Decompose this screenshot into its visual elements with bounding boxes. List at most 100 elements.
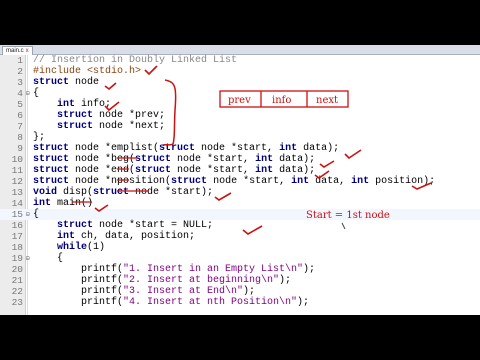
code-token: {: [33, 88, 40, 99]
code-token: printf(: [33, 297, 124, 308]
code-line[interactable]: 18 while(1): [0, 242, 480, 253]
code-text: int ch, data, position;: [33, 231, 195, 242]
code-text: struct node *prev;: [33, 110, 165, 121]
code-token: );: [279, 275, 292, 286]
code-token: while: [57, 242, 88, 253]
tab-close-icon[interactable]: x: [26, 48, 29, 54]
code-line[interactable]: 11 struct node *end(struct node *start, i…: [0, 165, 480, 176]
code-text: struct node *nposition(struct node *star…: [33, 176, 435, 187]
line-number: 5: [17, 99, 23, 110]
code-line[interactable]: 20 printf("1. Insert in an Empty List\n"…: [0, 264, 480, 275]
code-token: "3. Insert at End\n": [123, 286, 244, 297]
code-line[interactable]: 13 void disp(struct node *start);: [0, 187, 480, 198]
code-token: int: [57, 231, 76, 242]
code-text: struct node *end(struct node *start, int…: [33, 165, 315, 176]
line-number: 1: [17, 55, 23, 66]
line-number: 22: [11, 286, 23, 297]
code-token: struct: [93, 187, 130, 198]
code-line[interactable]: 7 struct node *next;: [0, 121, 480, 132]
code-text: printf("1. Insert in an Empty List\n");: [33, 264, 315, 275]
code-line[interactable]: 6 struct node *prev;: [0, 110, 480, 121]
code-token: struct: [33, 143, 70, 154]
code-token: int: [279, 143, 298, 154]
code-text: {: [33, 253, 63, 264]
code-token: struct: [135, 165, 172, 176]
code-text: struct node *beg(struct node *start, int…: [33, 154, 315, 165]
code-token: struct: [33, 176, 70, 187]
code-text: printf("3. Insert at End\n");: [33, 286, 255, 297]
code-token: node *start,: [171, 154, 256, 165]
code-token: int: [57, 99, 76, 110]
code-token: node *start);: [129, 187, 214, 198]
code-line[interactable]: 21 printf("2. Insert at beginning\n");: [0, 275, 480, 286]
code-token: void: [33, 187, 58, 198]
code-token: node *prev;: [93, 110, 166, 121]
code-line[interactable]: 17 int ch, data, position;: [0, 231, 480, 242]
line-number: 21: [11, 275, 23, 286]
code-text: struct node: [33, 77, 99, 88]
code-line[interactable]: 23 printf("4. Insert at nth Position\n")…: [0, 297, 480, 308]
code-line[interactable]: 10 struct node *beg(struct node *start, i…: [0, 154, 480, 165]
code-line[interactable]: 2 #include <stdio.h>: [0, 66, 480, 77]
code-token: );: [303, 264, 316, 275]
code-token: int: [33, 198, 52, 209]
code-token: main(): [51, 198, 94, 209]
code-token: node: [69, 77, 100, 88]
code-token: node *emplist(: [69, 143, 160, 154]
code-line[interactable]: 1 // Insertion in Doubly Linked List: [0, 55, 480, 66]
code-token: // Insertion in Doubly Linked List: [33, 55, 238, 66]
code-token: (1): [87, 242, 106, 253]
code-line[interactable]: 9 struct node *emplist(struct node *start…: [0, 143, 480, 154]
code-editor[interactable]: main.c x 1 // Insertion in Doubly Linked L…: [0, 45, 480, 315]
code-line[interactable]: 19 ⊟ {: [0, 253, 480, 264]
code-lines[interactable]: 1 // Insertion in Doubly Linked List 2 #inc…: [0, 55, 480, 308]
code-line[interactable]: 8};: [0, 132, 480, 143]
code-token: struct: [33, 77, 70, 88]
code-line[interactable]: 16 struct node *start = NULL;: [0, 220, 480, 231]
line-number: 11: [11, 165, 23, 176]
fold-toggle-icon[interactable]: ⊟: [26, 212, 30, 218]
code-token: node *end(: [69, 165, 136, 176]
code-token: data,: [309, 176, 352, 187]
line-number: 23: [11, 297, 23, 308]
line-number: 15: [11, 209, 23, 220]
line-number: 12: [11, 176, 23, 187]
code-line[interactable]: 3 struct node: [0, 77, 480, 88]
fold-toggle-icon[interactable]: ⊟: [26, 256, 30, 262]
code-text: #include <stdio.h>: [33, 66, 141, 77]
code-token: disp(: [57, 187, 94, 198]
code-text: struct node *next;: [33, 121, 165, 132]
code-line[interactable]: 14 int main(): [0, 198, 480, 209]
code-token: node *next;: [93, 121, 166, 132]
code-line[interactable]: 15 ⊟{: [0, 209, 480, 220]
code-line[interactable]: 5 int info;: [0, 99, 480, 110]
code-token: node *start,: [171, 165, 256, 176]
tab-label: main.c: [6, 48, 24, 54]
line-number: 13: [11, 187, 23, 198]
code-token: struct: [57, 110, 94, 121]
code-token: };: [33, 132, 46, 143]
line-number: 17: [11, 231, 23, 242]
code-token: struct: [57, 220, 94, 231]
code-line[interactable]: 22 printf("3. Insert at End\n");: [0, 286, 480, 297]
code-token: data);: [273, 165, 316, 176]
code-token: node *start = NULL;: [93, 220, 214, 231]
code-text: while(1): [33, 242, 105, 253]
code-token: info;: [75, 99, 112, 110]
code-token: struct: [33, 154, 70, 165]
fold-toggle-icon[interactable]: ⊟: [26, 91, 30, 97]
code-line[interactable]: 4 ⊟{: [0, 88, 480, 99]
tab-main-c[interactable]: main.c x: [2, 46, 33, 55]
code-token: data);: [297, 143, 340, 154]
code-line[interactable]: 12 struct node *nposition(struct node *st…: [0, 176, 480, 187]
code-token: node *beg(: [69, 154, 136, 165]
code-text: {: [33, 88, 39, 99]
code-text: void disp(struct node *start);: [33, 187, 213, 198]
code-token: {: [33, 209, 40, 220]
code-token: );: [297, 297, 310, 308]
line-number: 4: [17, 88, 23, 99]
code-token: "4. Insert at nth Position\n": [123, 297, 298, 308]
line-number: 8: [17, 132, 23, 143]
code-text: {: [33, 209, 39, 220]
